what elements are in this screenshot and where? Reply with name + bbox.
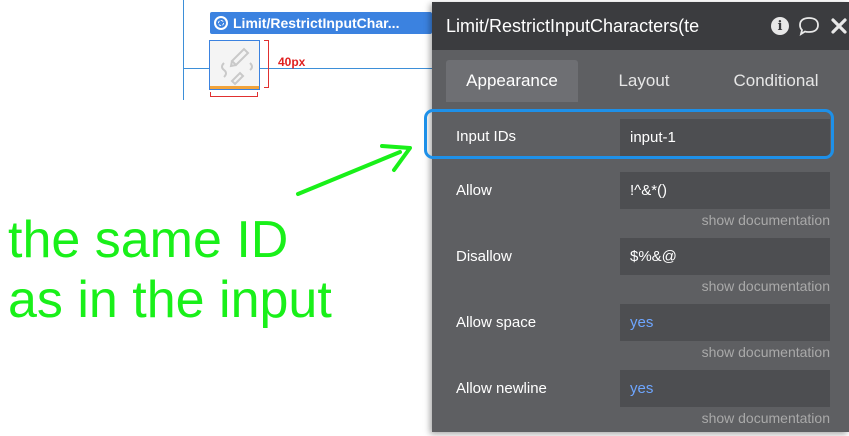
selected-element-box[interactable] [209, 40, 260, 90]
allow-field[interactable]: !^&*() [620, 172, 830, 209]
allow-space-dropdown[interactable]: yes [620, 304, 830, 341]
disallow-field[interactable]: $%&@ [620, 238, 830, 275]
annotation-line-2: as in the input [8, 271, 332, 329]
field-row-allow: Allow !^&*() show documentation [442, 172, 830, 238]
disallow-show-documentation-link[interactable]: show documentation [702, 278, 830, 294]
input-ids-highlight [424, 109, 834, 159]
panel-title: Limit/RestrictInputCharacters(te [446, 15, 700, 36]
property-editor-panel: Limit/RestrictInputCharacters(te i Appea… [432, 2, 849, 432]
info-icon[interactable]: i [771, 17, 789, 35]
pencil-placeholder-icon [221, 47, 253, 86]
arrow-icon [296, 144, 412, 196]
field-label-allow: Allow [456, 182, 492, 199]
selected-element-label[interactable]: Limit/RestrictInputChar... [210, 12, 432, 34]
plugin-element-icon [214, 16, 228, 30]
tab-layout[interactable]: Layout [578, 60, 710, 102]
panel-header: Limit/RestrictInputCharacters(te i [432, 2, 849, 50]
allow-show-documentation-link[interactable]: show documentation [702, 212, 830, 228]
panel-tabs: Appearance Layout Conditional [432, 50, 849, 102]
field-label-allow-newline: Allow newline [456, 380, 547, 397]
field-row-allow-newline: Allow newline yes show documentation [442, 370, 830, 436]
height-dimension-bracket [264, 40, 269, 88]
selected-element-name: Limit/RestrictInputChar... [233, 15, 400, 31]
tab-appearance[interactable]: Appearance [446, 60, 578, 102]
width-dimension-bracket [210, 92, 258, 97]
field-row-allow-space: Allow space yes show documentation [442, 304, 830, 370]
field-label-allow-space: Allow space [456, 314, 537, 331]
close-icon[interactable] [829, 16, 849, 36]
annotation-text: the same ID as in the input [8, 210, 332, 330]
element-bottom-stripe [210, 86, 259, 89]
height-dimension-label: 40px [278, 55, 306, 69]
tab-conditional[interactable]: Conditional [710, 60, 842, 102]
field-row-disallow: Disallow $%&@ show documentation [442, 238, 830, 304]
alignment-guide-vertical [183, 0, 184, 100]
panel-header-icons: i [763, 2, 849, 50]
allow-newline-dropdown[interactable]: yes [620, 370, 830, 407]
comment-icon[interactable] [797, 16, 821, 36]
allow-newline-show-documentation-link[interactable]: show documentation [702, 410, 830, 426]
field-label-disallow: Disallow [456, 248, 512, 265]
editor-canvas: Limit/RestrictInputChar... 40px the same… [0, 0, 432, 432]
annotation-line-1: the same ID [8, 211, 289, 269]
allow-space-show-documentation-link[interactable]: show documentation [702, 344, 830, 360]
